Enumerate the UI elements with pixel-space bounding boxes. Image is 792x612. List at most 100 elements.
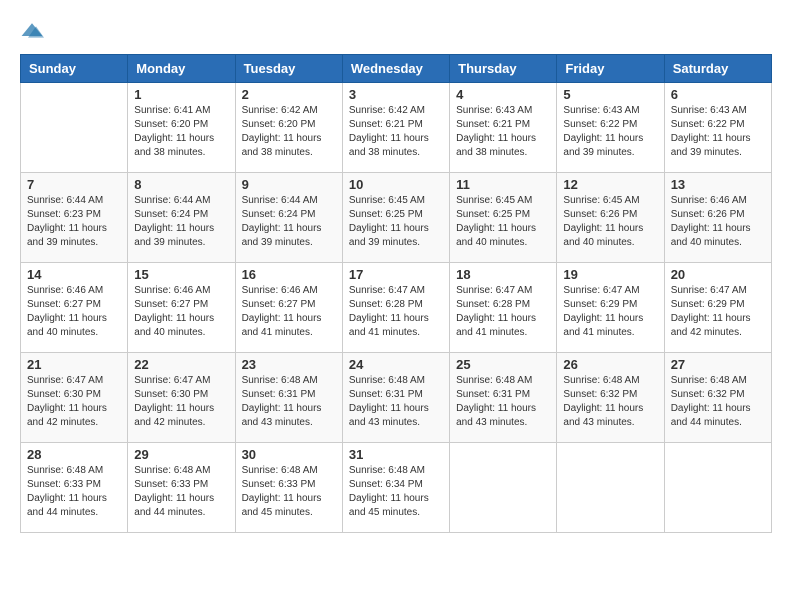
calendar-table: SundayMondayTuesdayWednesdayThursdayFrid… [20,54,772,533]
calendar-cell [21,83,128,173]
calendar-cell [664,443,771,533]
week-row-4: 21 Sunrise: 6:47 AMSunset: 6:30 PMDayligh… [21,353,772,443]
day-number: 27 [671,357,765,372]
day-number: 22 [134,357,228,372]
header-thursday: Thursday [450,55,557,83]
day-number: 4 [456,87,550,102]
calendar-cell: 29 Sunrise: 6:48 AMSunset: 6:33 PMDayligh… [128,443,235,533]
calendar-cell: 2 Sunrise: 6:42 AMSunset: 6:20 PMDaylight… [235,83,342,173]
calendar-header-row: SundayMondayTuesdayWednesdayThursdayFrid… [21,55,772,83]
calendar-cell [450,443,557,533]
header-sunday: Sunday [21,55,128,83]
day-info: Sunrise: 6:48 AMSunset: 6:34 PMDaylight:… [349,464,443,520]
day-info: Sunrise: 6:41 AMSunset: 6:20 PMDaylight:… [134,104,228,160]
calendar-cell: 5 Sunrise: 6:43 AMSunset: 6:22 PMDaylight… [557,83,664,173]
day-number: 13 [671,177,765,192]
day-number: 16 [242,267,336,282]
day-number: 10 [349,177,443,192]
day-info: Sunrise: 6:42 AMSunset: 6:20 PMDaylight:… [242,104,336,160]
header-wednesday: Wednesday [342,55,449,83]
calendar-cell: 20 Sunrise: 6:47 AMSunset: 6:29 PMDayligh… [664,263,771,353]
day-number: 9 [242,177,336,192]
calendar-cell: 14 Sunrise: 6:46 AMSunset: 6:27 PMDayligh… [21,263,128,353]
day-info: Sunrise: 6:44 AMSunset: 6:24 PMDaylight:… [134,194,228,250]
day-number: 21 [27,357,121,372]
week-row-2: 7 Sunrise: 6:44 AMSunset: 6:23 PMDaylight… [21,173,772,263]
day-number: 6 [671,87,765,102]
calendar-cell: 7 Sunrise: 6:44 AMSunset: 6:23 PMDaylight… [21,173,128,263]
day-number: 11 [456,177,550,192]
day-number: 14 [27,267,121,282]
header-tuesday: Tuesday [235,55,342,83]
day-info: Sunrise: 6:45 AMSunset: 6:25 PMDaylight:… [349,194,443,250]
day-number: 25 [456,357,550,372]
day-number: 1 [134,87,228,102]
calendar-cell: 18Sunrise: 6:47 AMSunset: 6:28 PMDayligh… [450,263,557,353]
calendar-cell: 24 Sunrise: 6:48 AMSunset: 6:31 PMDayligh… [342,353,449,443]
day-info: Sunrise: 6:48 AMSunset: 6:32 PMDaylight:… [671,374,765,430]
day-number: 23 [242,357,336,372]
week-row-3: 14 Sunrise: 6:46 AMSunset: 6:27 PMDayligh… [21,263,772,353]
day-number: 15 [134,267,228,282]
day-number: 26 [563,357,657,372]
header-monday: Monday [128,55,235,83]
day-info: Sunrise: 6:47 AMSunset: 6:30 PMDaylight:… [27,374,121,430]
day-info: Sunrise: 6:48 AMSunset: 6:31 PMDaylight:… [349,374,443,430]
day-info: Sunrise: 6:45 AMSunset: 6:26 PMDaylight:… [563,194,657,250]
day-info: Sunrise: 6:46 AMSunset: 6:27 PMDaylight:… [242,284,336,340]
day-info: Sunrise: 6:45 AMSunset: 6:25 PMDaylight:… [456,194,550,250]
day-info: Sunrise: 6:44 AMSunset: 6:24 PMDaylight:… [242,194,336,250]
day-number: 20 [671,267,765,282]
calendar-cell: 12 Sunrise: 6:45 AMSunset: 6:26 PMDayligh… [557,173,664,263]
calendar-cell: 10 Sunrise: 6:45 AMSunset: 6:25 PMDayligh… [342,173,449,263]
day-info: Sunrise: 6:47 AMSunset: 6:28 PMDaylight:… [349,284,443,340]
day-info: Sunrise: 6:47 AMSunset: 6:29 PMDaylight:… [671,284,765,340]
day-info: Sunrise: 6:48 AMSunset: 6:31 PMDaylight:… [242,374,336,430]
calendar-cell: 11 Sunrise: 6:45 AMSunset: 6:25 PMDayligh… [450,173,557,263]
day-info: Sunrise: 6:43 AMSunset: 6:22 PMDaylight:… [563,104,657,160]
day-number: 19 [563,267,657,282]
day-number: 2 [242,87,336,102]
calendar-cell: 19 Sunrise: 6:47 AMSunset: 6:29 PMDayligh… [557,263,664,353]
day-number: 28 [27,447,121,462]
calendar-cell: 30Sunrise: 6:48 AMSunset: 6:33 PMDayligh… [235,443,342,533]
day-number: 12 [563,177,657,192]
week-row-1: 1 Sunrise: 6:41 AMSunset: 6:20 PMDaylight… [21,83,772,173]
calendar-cell: 17Sunrise: 6:47 AMSunset: 6:28 PMDayligh… [342,263,449,353]
calendar-cell: 3 Sunrise: 6:42 AMSunset: 6:21 PMDaylight… [342,83,449,173]
day-info: Sunrise: 6:47 AMSunset: 6:29 PMDaylight:… [563,284,657,340]
calendar-cell: 4Sunrise: 6:43 AMSunset: 6:21 PMDaylight… [450,83,557,173]
header-friday: Friday [557,55,664,83]
calendar-cell: 23 Sunrise: 6:48 AMSunset: 6:31 PMDayligh… [235,353,342,443]
day-info: Sunrise: 6:47 AMSunset: 6:28 PMDaylight:… [456,284,550,340]
calendar-cell: 6Sunrise: 6:43 AMSunset: 6:22 PMDaylight… [664,83,771,173]
calendar-cell: 31Sunrise: 6:48 AMSunset: 6:34 PMDayligh… [342,443,449,533]
day-info: Sunrise: 6:46 AMSunset: 6:26 PMDaylight:… [671,194,765,250]
day-info: Sunrise: 6:48 AMSunset: 6:32 PMDaylight:… [563,374,657,430]
day-info: Sunrise: 6:46 AMSunset: 6:27 PMDaylight:… [27,284,121,340]
calendar-cell: 16 Sunrise: 6:46 AMSunset: 6:27 PMDayligh… [235,263,342,353]
header-saturday: Saturday [664,55,771,83]
calendar-cell: 22 Sunrise: 6:47 AMSunset: 6:30 PMDayligh… [128,353,235,443]
calendar-cell: 27 Sunrise: 6:48 AMSunset: 6:32 PMDayligh… [664,353,771,443]
logo [20,20,48,44]
day-number: 3 [349,87,443,102]
week-row-5: 28 Sunrise: 6:48 AMSunset: 6:33 PMDayligh… [21,443,772,533]
calendar-cell: 26 Sunrise: 6:48 AMSunset: 6:32 PMDayligh… [557,353,664,443]
calendar-cell: 15 Sunrise: 6:46 AMSunset: 6:27 PMDayligh… [128,263,235,353]
day-info: Sunrise: 6:47 AMSunset: 6:30 PMDaylight:… [134,374,228,430]
day-info: Sunrise: 6:44 AMSunset: 6:23 PMDaylight:… [27,194,121,250]
day-info: Sunrise: 6:42 AMSunset: 6:21 PMDaylight:… [349,104,443,160]
day-number: 5 [563,87,657,102]
calendar-cell: 21 Sunrise: 6:47 AMSunset: 6:30 PMDayligh… [21,353,128,443]
day-info: Sunrise: 6:46 AMSunset: 6:27 PMDaylight:… [134,284,228,340]
calendar-cell: 28Sunrise: 6:48 AMSunset: 6:33 PMDayligh… [21,443,128,533]
day-number: 29 [134,447,228,462]
day-number: 30 [242,447,336,462]
day-info: Sunrise: 6:48 AMSunset: 6:33 PMDaylight:… [134,464,228,520]
day-number: 7 [27,177,121,192]
day-number: 8 [134,177,228,192]
calendar-cell: 1 Sunrise: 6:41 AMSunset: 6:20 PMDaylight… [128,83,235,173]
calendar-cell: 13 Sunrise: 6:46 AMSunset: 6:26 PMDayligh… [664,173,771,263]
day-number: 24 [349,357,443,372]
